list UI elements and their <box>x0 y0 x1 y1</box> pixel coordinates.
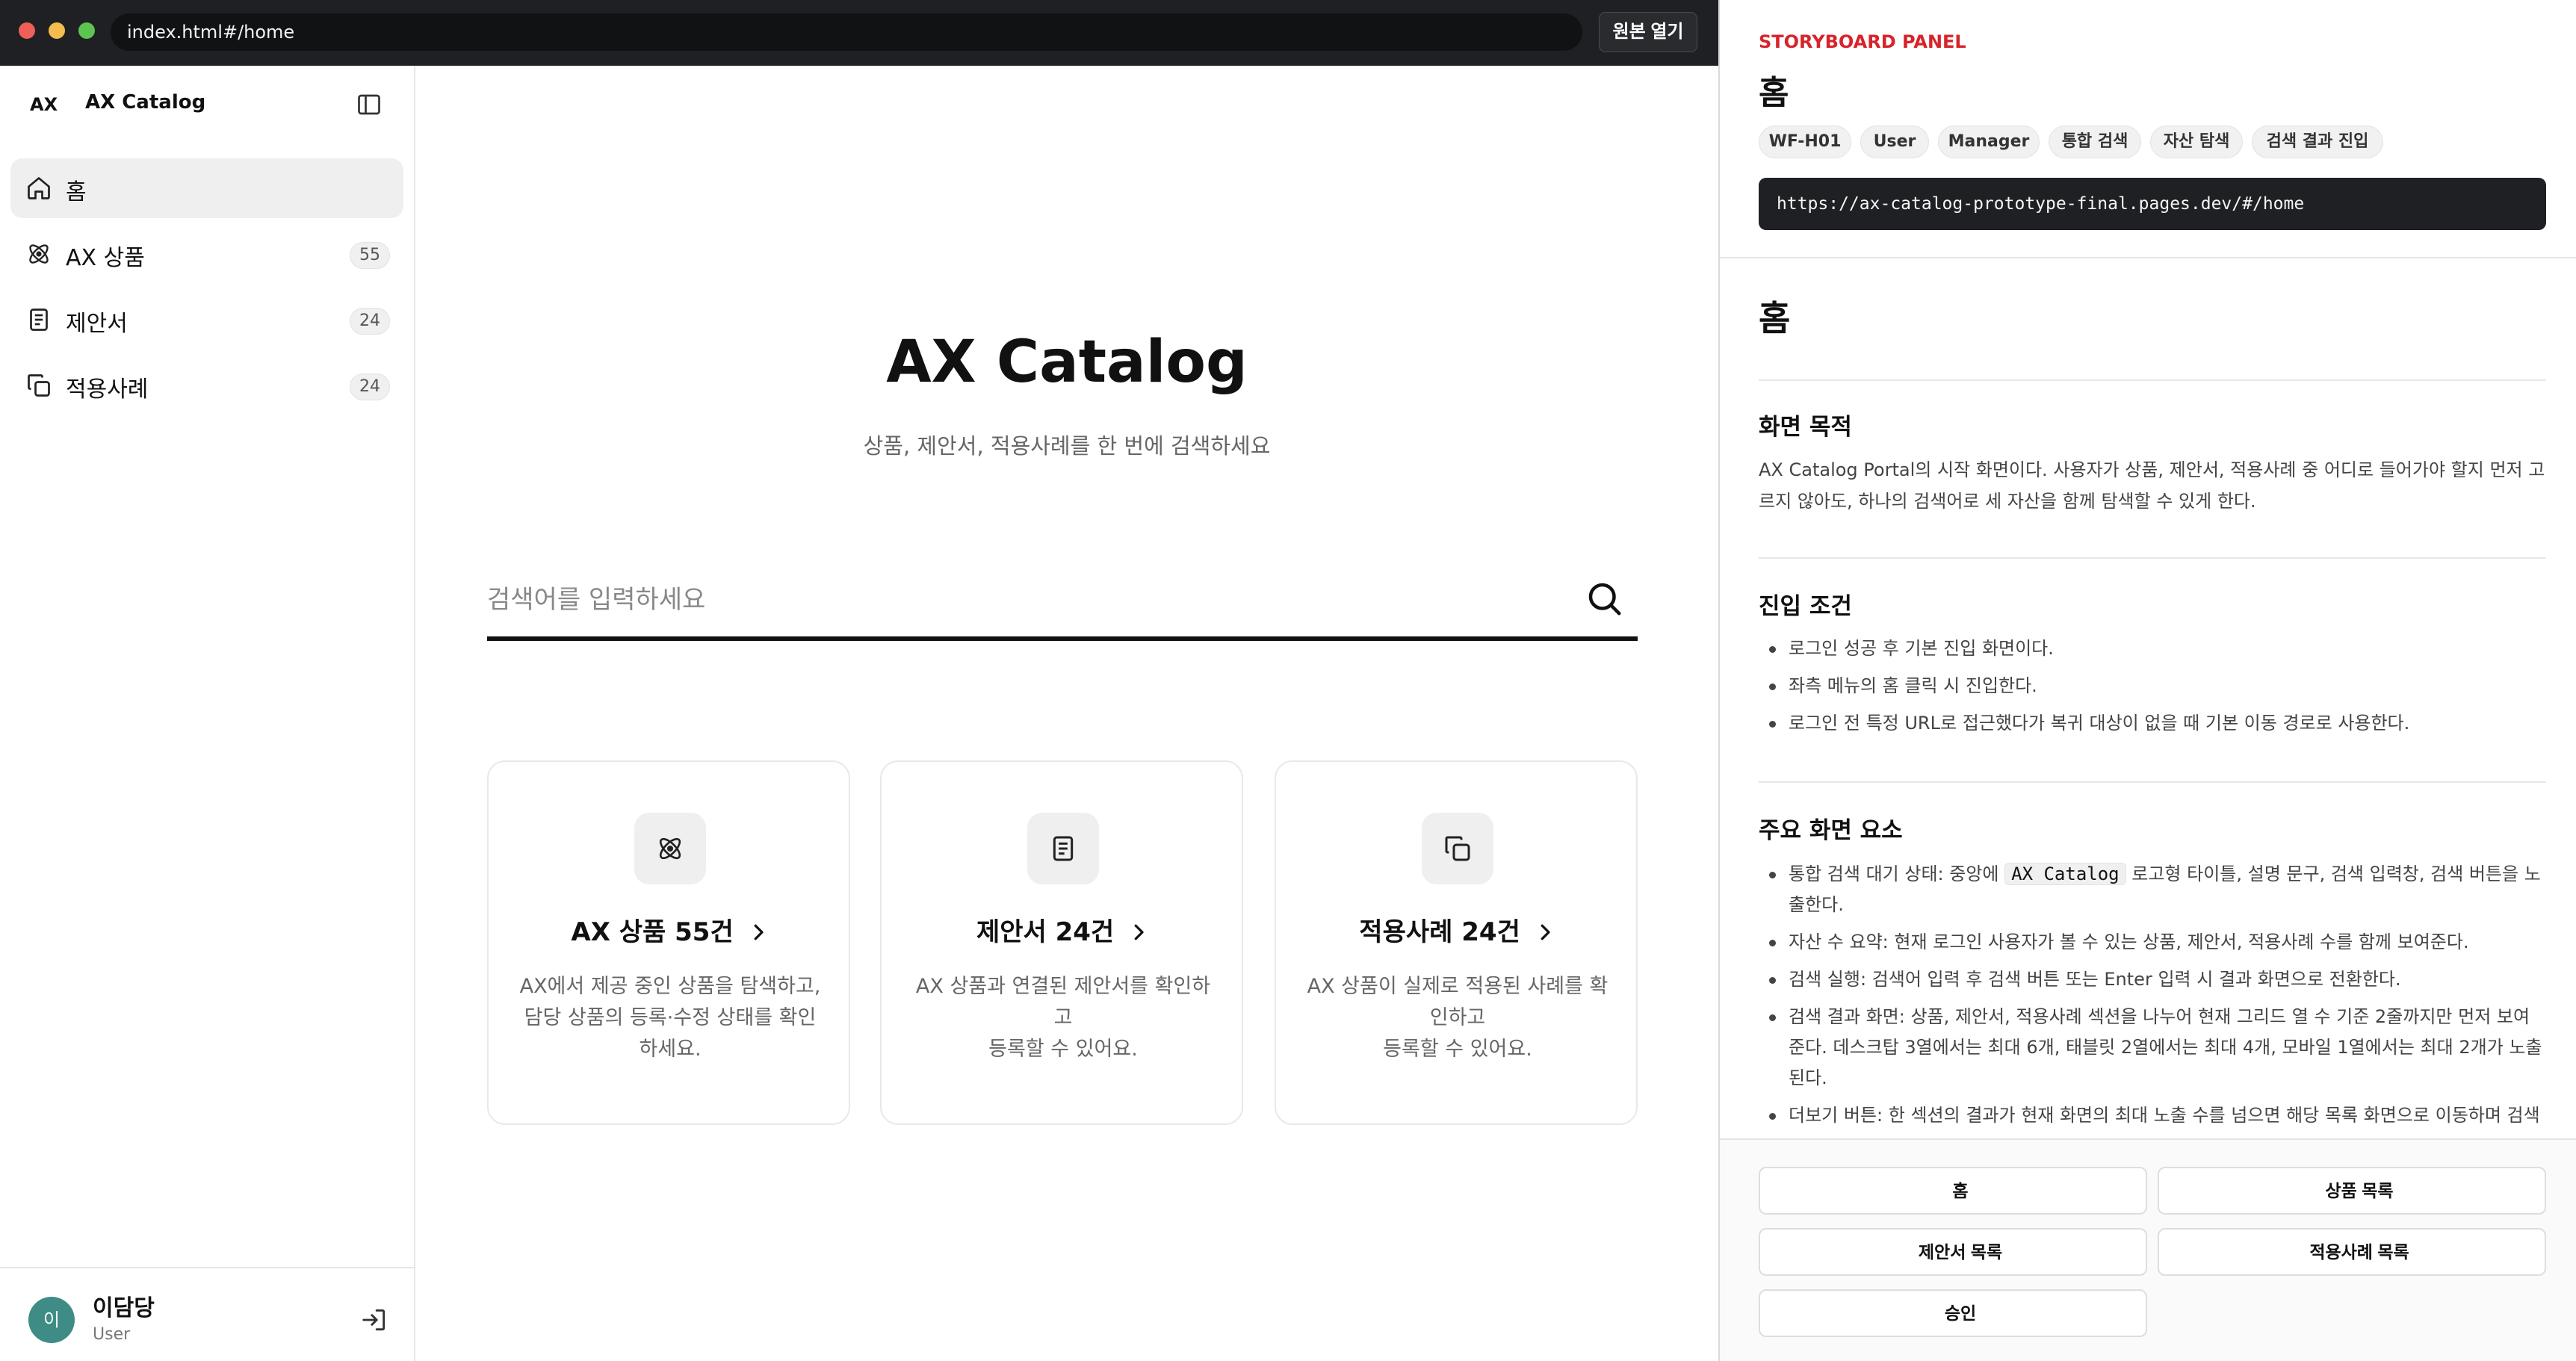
brand-name: AX Catalog <box>85 91 206 114</box>
card-title[interactable]: 제안서 24건 <box>882 911 1245 948</box>
tag-integrated-search: 통합 검색 <box>2049 125 2141 158</box>
list-item: 더보기 버튼: 한 섹션의 결과가 현재 화면의 최대 노출 수를 넘으면 해당… <box>1759 1100 2546 1131</box>
card-icon-box <box>1422 813 1493 884</box>
user-name: 이담당 <box>93 1295 155 1321</box>
sidebar-item-label: AX 상품 <box>66 245 145 271</box>
shortcut-proposal-list[interactable]: 제안서 목록 <box>1759 1228 2147 1276</box>
tag-role-manager: Manager <box>1938 125 2040 158</box>
list-item: 검색 실행: 검색어 입력 후 검색 버튼 또는 Enter 입력 시 결과 화… <box>1759 964 2546 995</box>
list-item: 검색 결과 화면: 상품, 제안서, 적용사례 섹션을 나누어 현재 그리드 열… <box>1759 1002 2546 1094</box>
panel-eyebrow: STORYBOARD PANEL <box>1759 31 1966 52</box>
search-input[interactable] <box>487 575 1541 624</box>
maximize-window-button[interactable] <box>78 22 95 39</box>
card-icon-box <box>634 813 706 884</box>
sidebar-toggle-icon[interactable] <box>356 91 383 118</box>
list-item: 로그인 성공 후 기본 진입 화면이다. <box>1759 633 2546 664</box>
brand-mark: AX <box>30 94 58 115</box>
main-content: AX Catalog 상품, 제안서, 적용사례를 한 번에 검색하세요 AX … <box>415 66 1718 1361</box>
list-item: 통합 검색 대기 상태: 중앙에 AX Catalog 로고형 타이틀, 설명 … <box>1759 859 2546 920</box>
list-item-text: 통합 검색 대기 상태: 중앙에 <box>1789 864 2005 884</box>
shortcut-approval[interactable]: 승인 <box>1759 1289 2147 1337</box>
card-title-text: AX 상품 55건 <box>571 917 734 947</box>
card-description: AX에서 제공 중인 상품을 탐색하고, 담당 상품의 등록·수정 상태를 확인… <box>519 975 821 1061</box>
chevron-right-icon <box>1134 924 1144 940</box>
chevron-right-icon <box>754 924 764 940</box>
tag-role-user: User <box>1860 125 1929 158</box>
card-title-text: 제안서 24건 <box>976 917 1115 947</box>
ax-products-card[interactable]: AX 상품 55건 AX에서 제공 중인 상품을 탐색하고, 담당 상품의 등록… <box>487 760 850 1125</box>
app-pane: index.html#/home 원본 열기 AX AX Catalog 홈 A… <box>0 0 1718 1361</box>
screen-elements-list: 통합 검색 대기 상태: 중앙에 AX Catalog 로고형 타이틀, 설명 … <box>1759 859 2546 1138</box>
storyboard-panel: STORYBOARD PANEL 홈 WF-H01 User Manager 통… <box>1718 0 2576 1361</box>
user-profile: 이 이담당 User <box>0 1267 414 1361</box>
list-item: 로그인 전 특정 URL로 접근했다가 복귀 대상이 없을 때 기본 이동 경로… <box>1759 708 2546 739</box>
list-item: 좌측 메뉴의 홈 클릭 시 진입한다. <box>1759 671 2546 701</box>
count-badge: 55 <box>350 242 390 269</box>
sidebar-item-proposals[interactable]: 제안서 24 <box>10 290 403 350</box>
close-window-button[interactable] <box>19 22 35 39</box>
entry-conditions-list: 로그인 성공 후 기본 진입 화면이다. 좌측 메뉴의 홈 클릭 시 진입한다.… <box>1759 633 2546 745</box>
proposals-card[interactable]: 제안서 24건 AX 상품과 연결된 제안서를 확인하 고 등록할 수 있어요. <box>880 760 1243 1125</box>
logout-icon[interactable] <box>360 1306 388 1334</box>
address-bar[interactable]: index.html#/home <box>111 13 1582 51</box>
sidebar-item-label: 홈 <box>66 179 87 205</box>
card-description: AX 상품과 연결된 제안서를 확인하 고 등록할 수 있어요. <box>915 975 1211 1061</box>
sidebar: AX AX Catalog 홈 AX 상품 55 제안서 24 적용사례 24 … <box>0 66 415 1361</box>
sidebar-item-label: 제안서 <box>66 311 128 337</box>
card-title-text: 적용사례 24건 <box>1359 917 1520 947</box>
search-icon <box>1588 583 1621 616</box>
atom-icon <box>29 244 49 264</box>
search-bar <box>487 559 1638 641</box>
section-title-elements: 주요 화면 요소 <box>1759 817 1903 844</box>
count-badge: 24 <box>350 373 390 400</box>
user-role: User <box>93 1325 131 1344</box>
search-button[interactable] <box>1584 578 1624 619</box>
copy-icon <box>28 374 50 397</box>
browser-bar: index.html#/home 원본 열기 <box>0 0 1718 66</box>
sidebar-item-ax-products[interactable]: AX 상품 55 <box>10 224 403 284</box>
inline-code: AX Catalog <box>2004 863 2126 885</box>
minimize-window-button[interactable] <box>49 22 65 39</box>
tag-asset-explore: 자산 탐색 <box>2150 125 2243 158</box>
shortcut-home[interactable]: 홈 <box>1759 1167 2147 1215</box>
section-title-purpose: 화면 목적 <box>1759 414 1852 441</box>
screen-shortcuts: 홈 상품 목록 제안서 목록 적용사례 목록 승인 <box>1720 1138 2576 1361</box>
count-badge: 24 <box>350 308 390 335</box>
prototype-url[interactable]: https://ax-catalog-prototype-final.pages… <box>1759 178 2546 230</box>
section-title-entry: 진입 조건 <box>1759 593 1852 620</box>
sidebar-item-label: 적용사례 <box>66 376 149 403</box>
divider <box>1759 781 2546 783</box>
panel-title: 홈 <box>1759 74 1789 112</box>
tag-screen-id: WF-H01 <box>1759 125 1851 158</box>
tag-search-results: 검색 결과 진입 <box>2252 125 2383 158</box>
divider <box>1759 379 2546 381</box>
list-item: 자산 수 요약: 현재 로그인 사용자가 볼 수 있는 상품, 제안서, 적용사… <box>1759 927 2546 958</box>
document-icon <box>30 309 48 331</box>
shortcut-product-list[interactable]: 상품 목록 <box>2158 1167 2546 1215</box>
avatar: 이 <box>28 1297 75 1343</box>
card-icon-box <box>1027 813 1099 884</box>
card-title[interactable]: AX 상품 55건 <box>489 911 852 948</box>
shortcut-case-list[interactable]: 적용사례 목록 <box>2158 1228 2546 1276</box>
page-subtitle: 상품, 제안서, 적용사례를 한 번에 검색하세요 <box>863 433 1271 459</box>
card-description: AX 상품이 실제로 적용된 사례를 확 인하고 등록할 수 있어요. <box>1307 975 1609 1061</box>
sidebar-item-cases[interactable]: 적용사례 24 <box>10 356 403 415</box>
section-text-purpose: AX Catalog Portal의 시작 화면이다. 사용자가 상품, 제안서… <box>1759 459 2545 512</box>
home-icon <box>28 177 50 199</box>
sidebar-item-home[interactable]: 홈 <box>10 158 403 218</box>
page-title: AX Catalog <box>886 329 1248 396</box>
cases-card[interactable]: 적용사례 24건 AX 상품이 실제로 적용된 사례를 확 인하고 등록할 수 … <box>1275 760 1638 1125</box>
card-title[interactable]: 적용사례 24건 <box>1276 911 1639 948</box>
divider <box>1759 557 2546 559</box>
doc-title: 홈 <box>1759 298 1791 338</box>
chevron-right-icon <box>1541 924 1550 940</box>
atom-icon <box>659 837 681 860</box>
storyboard-document: 홈 화면 목적 AX Catalog Portal의 시작 화면이다. 사용자가… <box>1759 258 2551 1138</box>
copy-icon <box>1445 836 1470 861</box>
document-icon <box>1053 836 1074 861</box>
open-original-button[interactable]: 원본 열기 <box>1599 12 1697 52</box>
